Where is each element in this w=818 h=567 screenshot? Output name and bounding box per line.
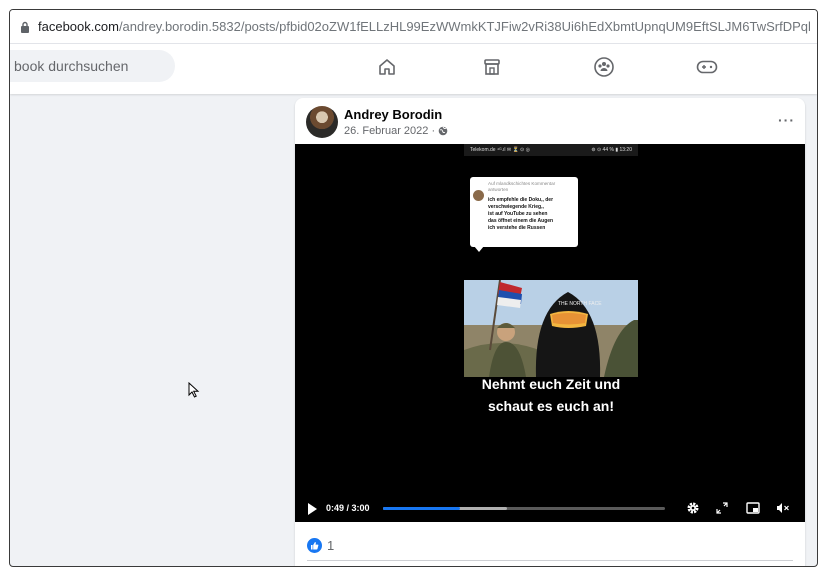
reactions-summary[interactable]: 1 — [307, 538, 334, 553]
settings-icon[interactable] — [685, 500, 701, 516]
comment-bubble: Auf mlandkschichtes Kommentar antworten … — [470, 177, 578, 252]
comment-line: das öffnet einem die Augen — [488, 218, 554, 224]
search-input[interactable]: book durchsuchen — [10, 50, 175, 82]
video-scene: THE NORTH FACE — [464, 280, 638, 377]
post-author[interactable]: Andrey Borodin — [344, 107, 442, 122]
reply-label: Auf mlandkschichtes Kommentar antworten — [488, 181, 556, 192]
comment-text: ich empfehle die Doku,, der verschwiegen… — [488, 197, 576, 232]
home-icon[interactable] — [369, 53, 405, 81]
mouse-cursor-icon — [188, 382, 200, 398]
address-bar[interactable]: facebook.com /andrey.borodin.5832/posts/… — [10, 10, 817, 44]
commenter-avatar — [473, 190, 484, 201]
lock-icon — [21, 21, 29, 33]
play-button[interactable] — [308, 503, 317, 515]
post-card: Andrey Borodin 26. Februar 2022 · ··· Te… — [295, 98, 805, 566]
like-icon — [307, 538, 322, 553]
fullscreen-icon[interactable] — [714, 500, 730, 516]
soldiers-scene-image: THE NORTH FACE — [464, 280, 638, 377]
avatar[interactable] — [306, 106, 338, 138]
status-bar-right: ⊚ ⊙ 44 % ▮ 13:20 — [591, 147, 632, 153]
comment-line: ich verstehe die Russen — [488, 225, 546, 231]
comment-line: ich empfehle die Doku,, der — [488, 197, 554, 203]
video-player[interactable]: Telekom.de ⁴ᴳ.ıl ✉ ⏳ ⊙ ◎ ⊚ ⊙ 44 % ▮ 13:2… — [295, 144, 805, 522]
marketplace-icon[interactable] — [474, 53, 510, 81]
progress-played — [383, 507, 460, 510]
groups-icon[interactable] — [586, 53, 622, 81]
svg-text:THE NORTH FACE: THE NORTH FACE — [558, 301, 602, 307]
comment-line: verschwiegende Krieg,, — [488, 204, 544, 210]
post-date[interactable]: 26. Februar 2022 · — [344, 125, 448, 137]
progress-bar[interactable] — [383, 507, 665, 510]
globe-icon — [438, 126, 448, 136]
post-date-text: 26. Februar 2022 · — [344, 125, 436, 137]
video-caption-line-1: Nehmt euch Zeit und — [481, 376, 621, 392]
mute-icon[interactable] — [775, 500, 791, 516]
phone-status-bar: Telekom.de ⁴ᴳ.ıl ✉ ⏳ ⊙ ◎ ⊚ ⊙ 44 % ▮ 13:2… — [464, 144, 638, 156]
browser-window: facebook.com /andrey.borodin.5832/posts/… — [9, 9, 818, 567]
miniplayer-icon[interactable] — [745, 500, 761, 516]
url-path: /andrey.borodin.5832/posts/pfbid02oZW1fE… — [118, 19, 811, 34]
url-domain: facebook.com — [38, 19, 119, 34]
comment-line: ist auf YouTube zu sehen — [488, 211, 548, 217]
time-display: 0:49 / 3:00 — [326, 503, 370, 513]
video-caption-line-2: schaut es euch an! — [487, 398, 615, 414]
more-options-button[interactable]: ··· — [778, 112, 795, 128]
gaming-icon[interactable] — [689, 53, 725, 81]
search-placeholder: book durchsuchen — [14, 58, 129, 74]
facebook-navbar: book durchsuchen — [10, 44, 817, 94]
bubble-tail — [474, 246, 484, 252]
video-controls: 0:49 / 3:00 — [295, 497, 805, 521]
reaction-count: 1 — [327, 538, 335, 553]
status-bar-left: Telekom.de ⁴ᴳ.ıl ✉ ⏳ ⊙ ◎ — [470, 147, 530, 153]
reactions-divider — [307, 560, 793, 561]
